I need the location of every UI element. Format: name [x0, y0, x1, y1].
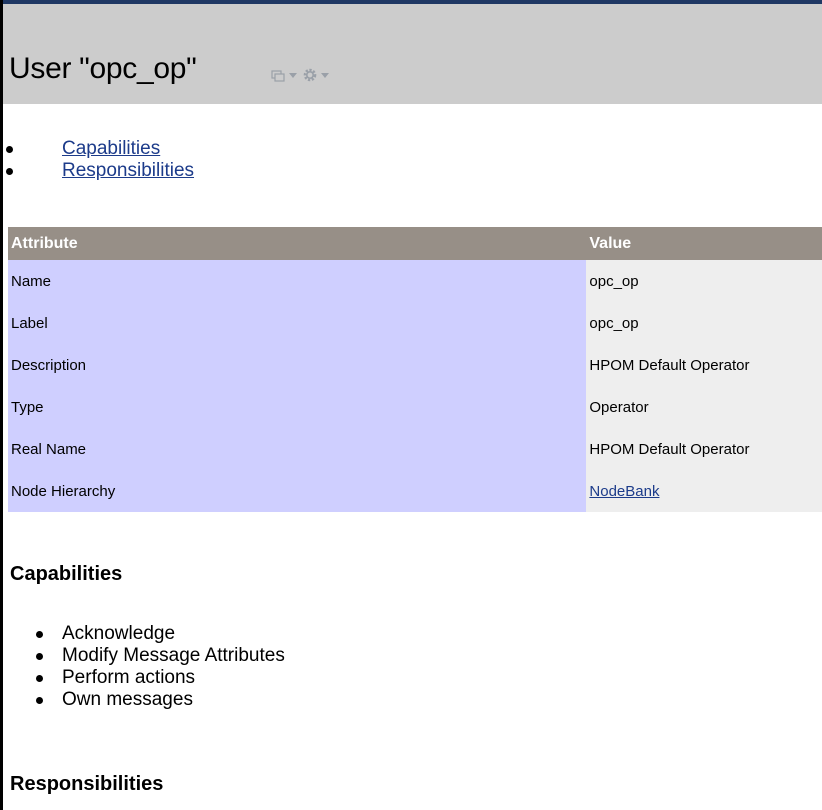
attribute-cell: Label [8, 302, 587, 344]
table-row: Name opc_op [8, 260, 822, 302]
section-links: Capabilities Responsibilities [5, 138, 194, 182]
attribute-cell: Real Name [8, 428, 587, 470]
attribute-cell: Name [8, 260, 587, 302]
list-item: Capabilities [5, 138, 194, 160]
node-hierarchy-link[interactable]: NodeBank [589, 483, 659, 500]
table-row: Type Operator [8, 386, 822, 428]
table-row: Node Hierarchy NodeBank [8, 470, 822, 512]
capabilities-list: Acknowledge Modify Message Attributes Pe… [36, 623, 285, 711]
attribute-cell: Node Hierarchy [8, 470, 587, 512]
column-header-attribute: Attribute [8, 227, 587, 260]
list-item: Responsibilities [5, 160, 194, 182]
column-header-value: Value [586, 227, 822, 260]
list-item: Own messages [36, 689, 285, 711]
responsibilities-heading: Responsibilities [10, 773, 164, 795]
open-window-icon[interactable] [271, 69, 285, 82]
page-header: User "opc_op" [3, 4, 822, 104]
left-border [0, 0, 3, 810]
header-tools [271, 67, 335, 83]
value-cell: HPOM Default Operator [586, 344, 822, 386]
table-row: Description HPOM Default Operator [8, 344, 822, 386]
table-row: Real Name HPOM Default Operator [8, 428, 822, 470]
capabilities-link[interactable]: Capabilities [62, 138, 160, 159]
page-title: User "opc_op" [9, 52, 197, 85]
attributes-table: Attribute Value Name opc_op Label opc_op… [8, 227, 822, 512]
attribute-cell: Description [8, 344, 587, 386]
attribute-cell: Type [8, 386, 587, 428]
capabilities-heading: Capabilities [10, 563, 123, 585]
gear-icon[interactable] [303, 68, 317, 82]
chevron-down-icon[interactable] [289, 72, 297, 78]
table-header-row: Attribute Value [8, 227, 822, 260]
table-row: Label opc_op [8, 302, 822, 344]
value-cell: NodeBank [586, 470, 822, 512]
value-cell: opc_op [586, 260, 822, 302]
responsibilities-link[interactable]: Responsibilities [62, 160, 194, 181]
value-cell: HPOM Default Operator [586, 428, 822, 470]
list-item: Modify Message Attributes [36, 645, 285, 666]
list-item: Acknowledge [36, 623, 285, 645]
value-cell: Operator [586, 386, 822, 428]
value-cell: opc_op [586, 302, 822, 344]
chevron-down-icon[interactable] [321, 72, 329, 78]
list-item: Perform actions [36, 667, 285, 689]
